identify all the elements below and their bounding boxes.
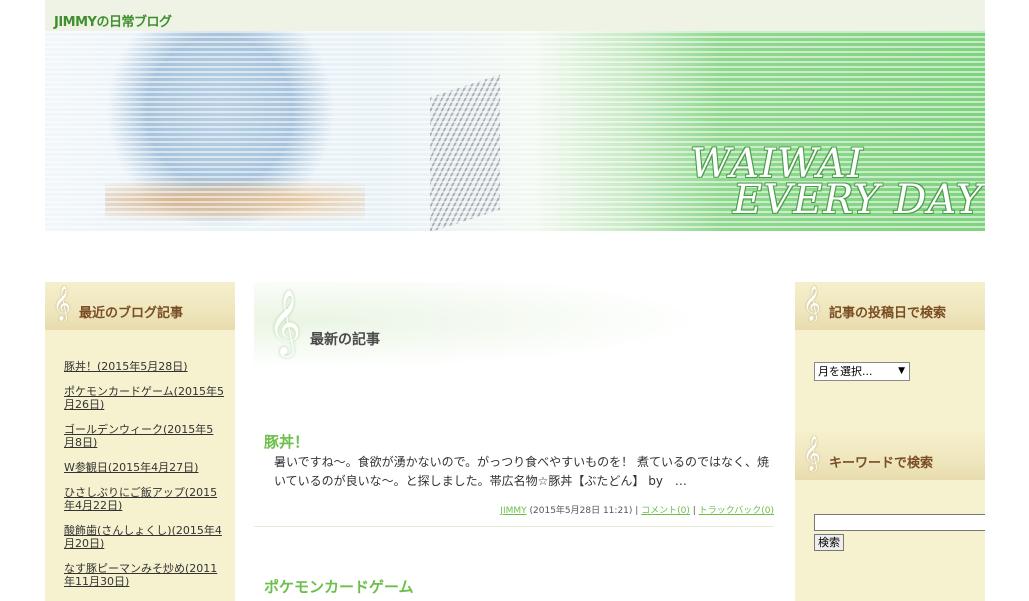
month-select[interactable]: 月を選択... ▼ bbox=[814, 362, 910, 381]
left-sidebar: 𝄞 最近のブログ記事 豚丼！(2015年5月28日) ポケモンカードゲーム(20… bbox=[45, 282, 235, 601]
treble-clef-icon: 𝄞 bbox=[803, 436, 821, 471]
archive-header: 𝄞 記事の投稿日で検索 bbox=[795, 282, 985, 330]
treble-clef-icon: 𝄞 bbox=[268, 290, 302, 355]
post-author-link[interactable]: JIMMY bbox=[500, 506, 526, 516]
recent-post-link[interactable]: ひさしぶりにご飯アップ(2015年4月22日) bbox=[64, 486, 217, 512]
latest-posts-title: 最新の記事 bbox=[310, 332, 380, 348]
site-title[interactable]: JIMMYの日常ブログ bbox=[54, 11, 172, 30]
post-comments-link[interactable]: コメント(0) bbox=[641, 506, 690, 516]
list-item: ひさしぶりにご飯アップ(2015年4月22日) bbox=[64, 486, 224, 512]
post-trackbacks-link[interactable]: トラックバック(0) bbox=[699, 506, 774, 516]
header-banner: WAIWAI EVERY DAY bbox=[45, 31, 985, 231]
month-select-value: 月を選択... bbox=[818, 365, 873, 378]
post-excerpt: 暑いですね～。食欲が湧かないので。がっつり食べやすいものを！ 煮ているのではなく… bbox=[274, 455, 769, 488]
right-sidebar: 𝄞 記事の投稿日で検索 月を選択... ▼ 𝄞 キーワードで検索 検索 bbox=[795, 282, 985, 601]
treble-clef-icon: 𝄞 bbox=[803, 286, 821, 321]
list-item: ポケモンカードゲーム(2015年5月26日) bbox=[64, 385, 224, 411]
main-content: 𝄞 最新の記事 豚丼！ 暑いですね～。食欲が湧かないので。がっつり食べやすいもの… bbox=[254, 282, 774, 601]
list-item: ゴールデンウィーク(2015年5月8日) bbox=[64, 423, 224, 449]
search-button[interactable]: 検索 bbox=[814, 534, 844, 551]
recent-posts-title: 最近のブログ記事 bbox=[79, 306, 184, 321]
recent-post-link[interactable]: 豚丼！(2015年5月28日) bbox=[64, 360, 188, 373]
list-item: 酸飾歯(さんしょくし)(2015年4月20日) bbox=[64, 524, 224, 550]
search-input[interactable] bbox=[814, 514, 985, 531]
recent-posts-list: 豚丼！(2015年5月28日) ポケモンカードゲーム(2015年5月26日) ゴ… bbox=[64, 360, 224, 600]
meta-separator: | bbox=[689, 506, 699, 516]
recent-post-link[interactable]: ポケモンカードゲーム(2015年5月26日) bbox=[64, 385, 224, 411]
treble-clef-icon: 𝄞 bbox=[53, 286, 71, 321]
keyword-search-title: キーワードで検索 bbox=[829, 456, 934, 471]
recent-post-link[interactable]: ゴールデンウィーク(2015年5月8日) bbox=[64, 423, 213, 449]
archive-title: 記事の投稿日で検索 bbox=[829, 306, 947, 321]
list-item: なす豚ピーマンみそ炒め(2011年11月30日) bbox=[64, 562, 224, 588]
post-date: (2015年5月28日 11:21) | bbox=[526, 506, 642, 516]
list-item: 豚丼！(2015年5月28日) bbox=[64, 360, 224, 373]
keyword-search-header: 𝄞 キーワードで検索 bbox=[795, 432, 985, 480]
recent-post-link[interactable]: 酸飾歯(さんしょくし)(2015年4月20日) bbox=[64, 524, 222, 550]
recent-post-link[interactable]: なす豚ピーマンみそ炒め(2011年11月30日) bbox=[64, 562, 217, 588]
post-meta: JIMMY (2015年5月28日 11:21) | コメント(0) | トラッ… bbox=[500, 503, 774, 516]
latest-posts-header: 𝄞 最新の記事 bbox=[254, 282, 774, 377]
dropdown-arrow-icon: ▼ bbox=[898, 366, 905, 376]
list-item: W参観日(2015年4月27日) bbox=[64, 461, 224, 474]
post-divider bbox=[254, 526, 774, 527]
site-header: JIMMYの日常ブログ WAIWAI EVERY DAY bbox=[45, 0, 985, 231]
banner-text-line2: EVERY DAY bbox=[733, 177, 984, 223]
recent-posts-header: 𝄞 最近のブログ記事 bbox=[45, 282, 235, 330]
recent-post-link[interactable]: W参観日(2015年4月27日) bbox=[64, 461, 198, 474]
post-title[interactable]: ポケモンカードゲーム bbox=[264, 576, 414, 597]
post-title[interactable]: 豚丼！ bbox=[264, 431, 309, 452]
